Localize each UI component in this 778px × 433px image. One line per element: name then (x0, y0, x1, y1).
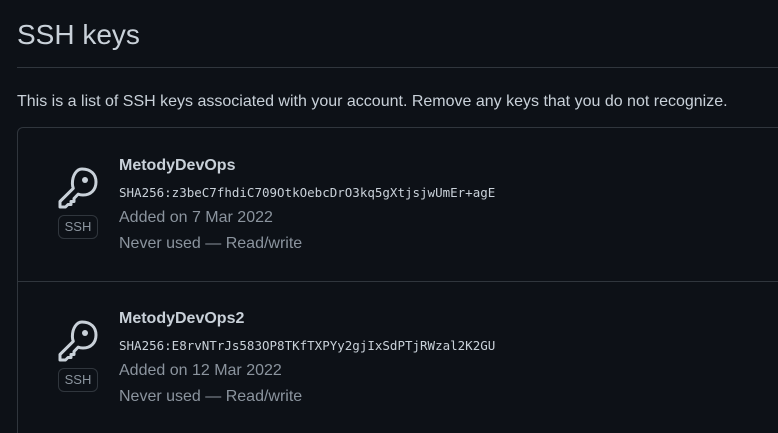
key-fingerprint: SHA256:E8rvNTrJs583OP8TKfTXPYy2gjIxSdPTj… (119, 338, 496, 353)
key-usage: Never used — Read/write (119, 235, 303, 252)
title-divider (17, 67, 778, 68)
key-added-date: Added on 12 Mar 2022 (119, 362, 282, 379)
page-description: This is a list of SSH keys associated wi… (17, 93, 728, 110)
key-title: MetodyDevOps (119, 157, 236, 174)
ssh-key-item: SSH MetodyDevOps SHA256:z3beC7fhdiC709Ot… (18, 128, 778, 281)
ssh-badge: SSH (58, 368, 98, 392)
page-title: SSH keys (17, 19, 140, 50)
ssh-badge: SSH (58, 215, 98, 239)
key-usage: Never used — Read/write (119, 388, 303, 405)
key-icon (58, 167, 98, 209)
key-added-date: Added on 7 Mar 2022 (119, 209, 273, 226)
ssh-key-item: SSH MetodyDevOps2 SHA256:E8rvNTrJs583OP8… (18, 281, 778, 433)
key-fingerprint: SHA256:z3beC7fhdiC709OtkOebcDrO3kq5gXtjs… (119, 185, 496, 200)
ssh-key-list: SSH MetodyDevOps SHA256:z3beC7fhdiC709Ot… (17, 127, 778, 433)
key-icon (58, 320, 98, 362)
key-title: MetodyDevOps2 (119, 310, 245, 327)
ssh-keys-page: SSH keys This is a list of SSH keys asso… (0, 0, 778, 433)
